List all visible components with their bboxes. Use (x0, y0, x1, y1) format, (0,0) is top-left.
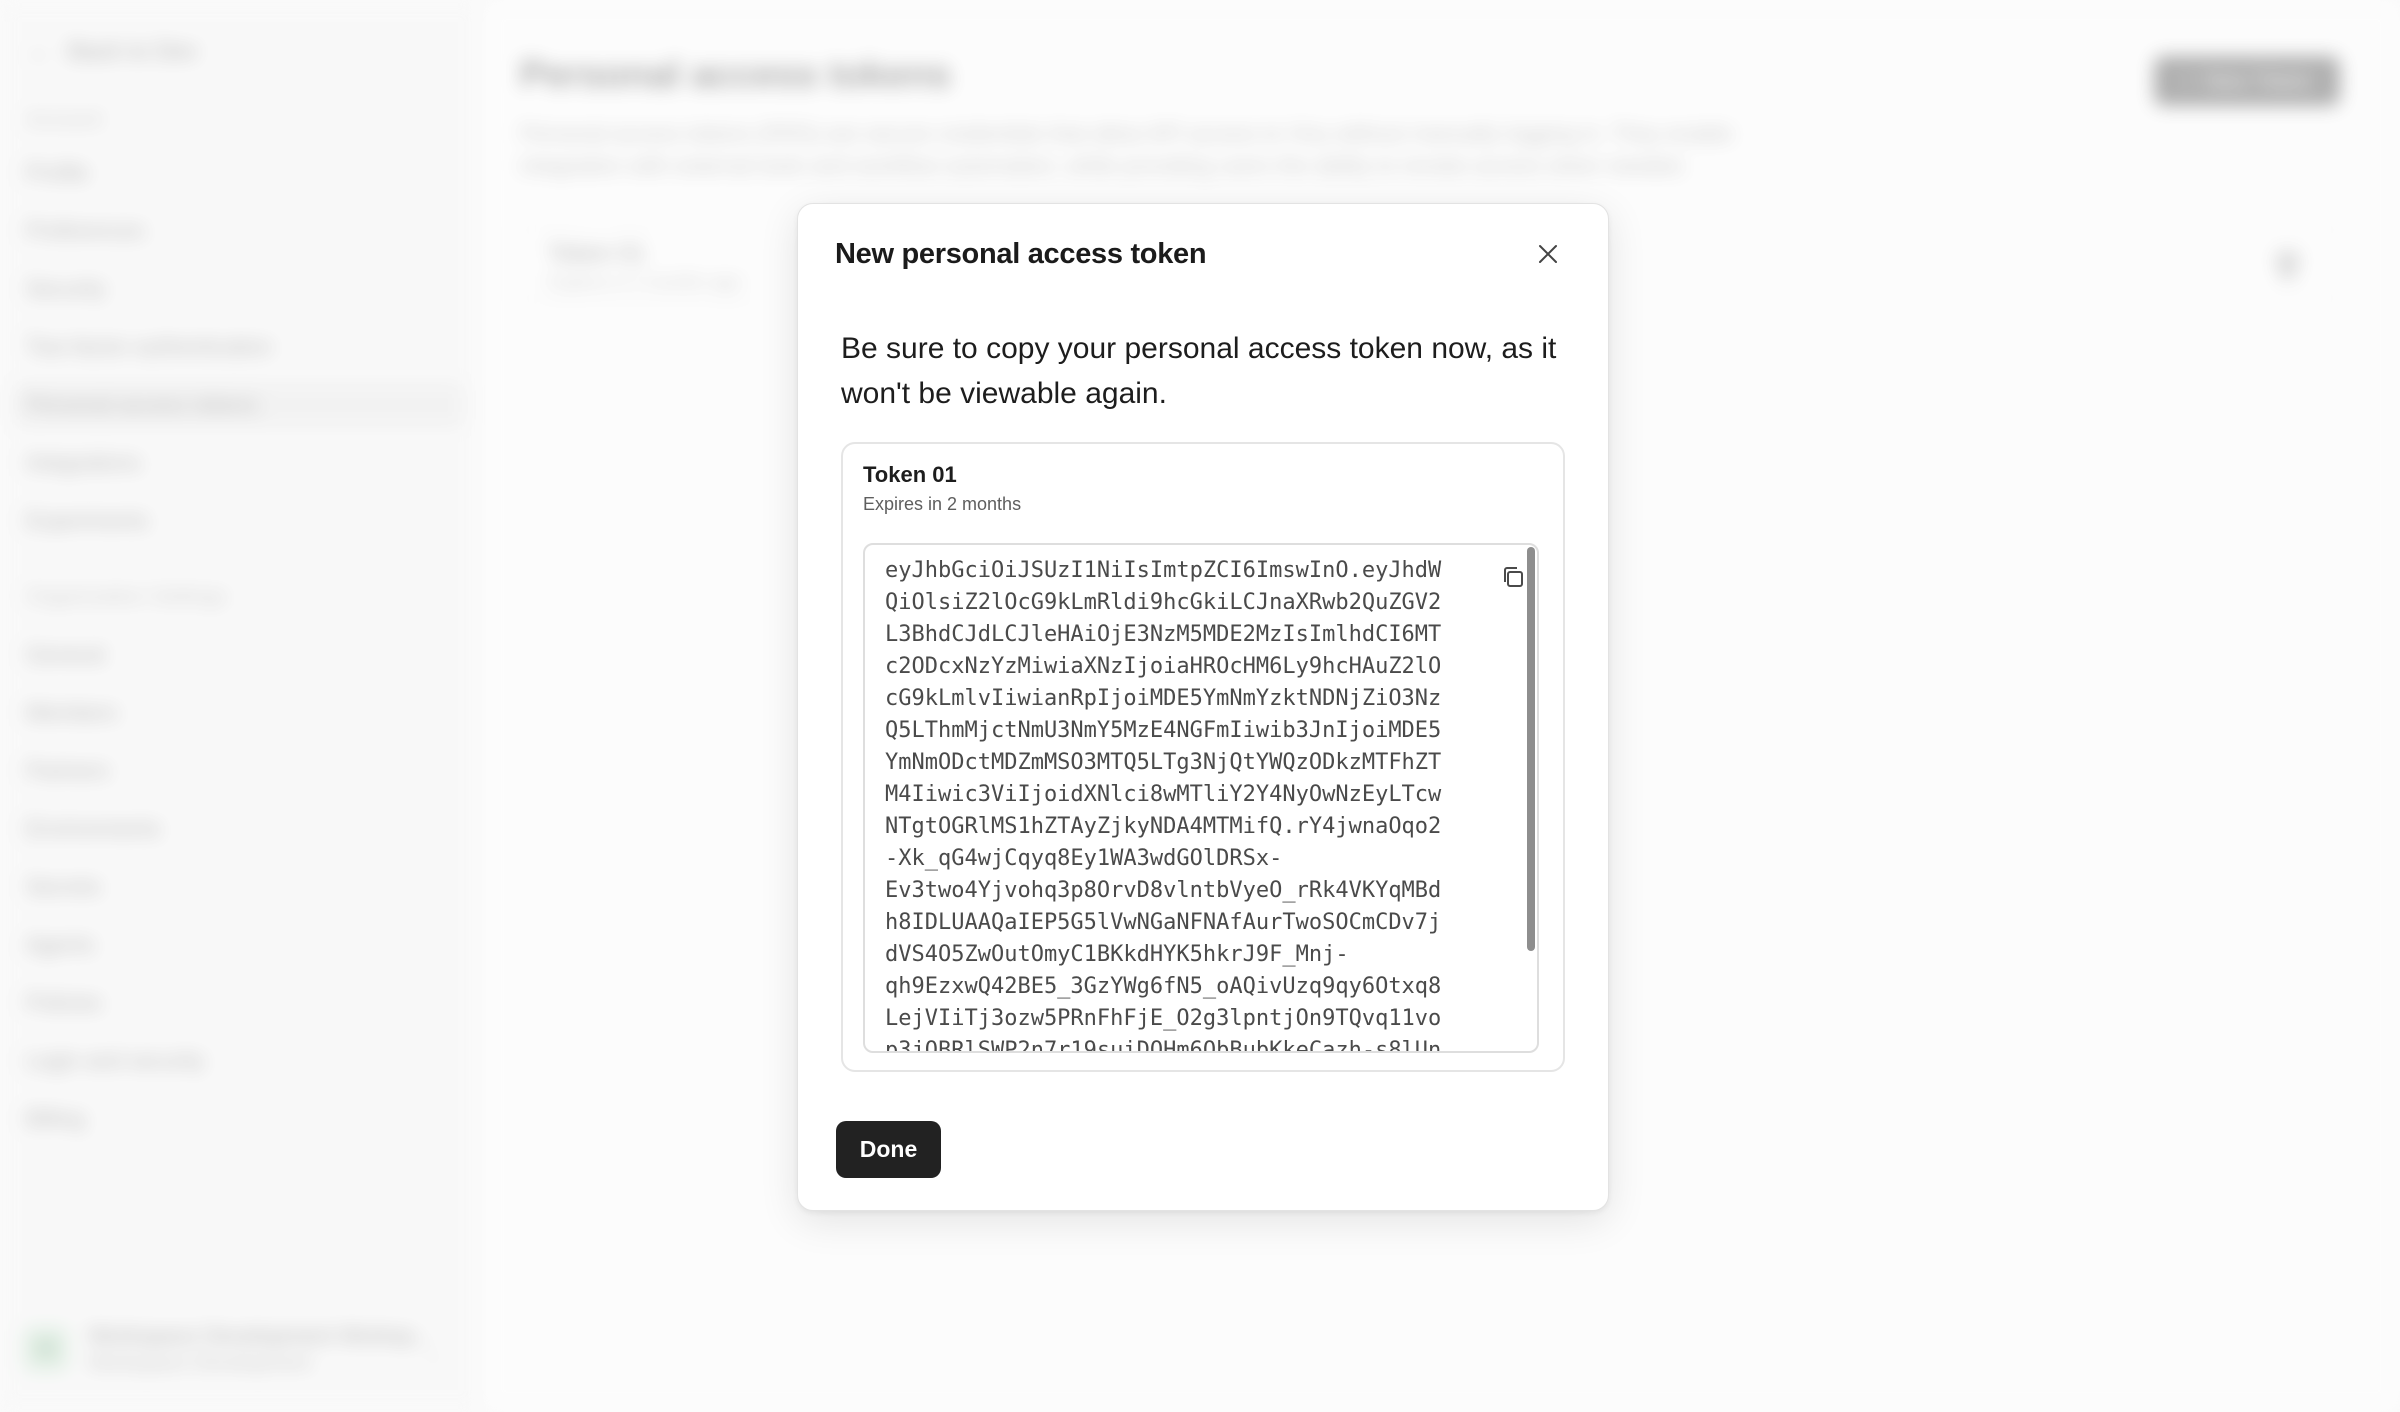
copy-icon (1504, 567, 1523, 587)
token-value[interactable]: eyJhbGciOiJSUzI1NiIsImtpZCI6ImswInO.eyJh… (885, 555, 1455, 1051)
token-name: Token 01 (863, 462, 957, 487)
token-scrollbar[interactable] (1527, 547, 1535, 951)
done-button[interactable]: Done (836, 1121, 941, 1178)
token-value-field[interactable]: eyJhbGciOiJSUzI1NiIsImtpZCI6ImswInO.eyJh… (863, 543, 1539, 1053)
copy-button[interactable] (1495, 559, 1531, 595)
close-icon (1539, 245, 1557, 263)
token-card: Token 01 Expires in 2 months eyJhbGciOiJ… (841, 442, 1565, 1072)
dialog-title: New personal access token (835, 238, 1207, 270)
dialog-message: Be sure to copy your personal access tok… (841, 332, 1557, 410)
close-button[interactable] (1528, 234, 1568, 274)
token-expiry: Expires in 2 months (863, 494, 1022, 514)
new-token-dialog: New personal access token Be sure to cop… (797, 203, 1609, 1211)
